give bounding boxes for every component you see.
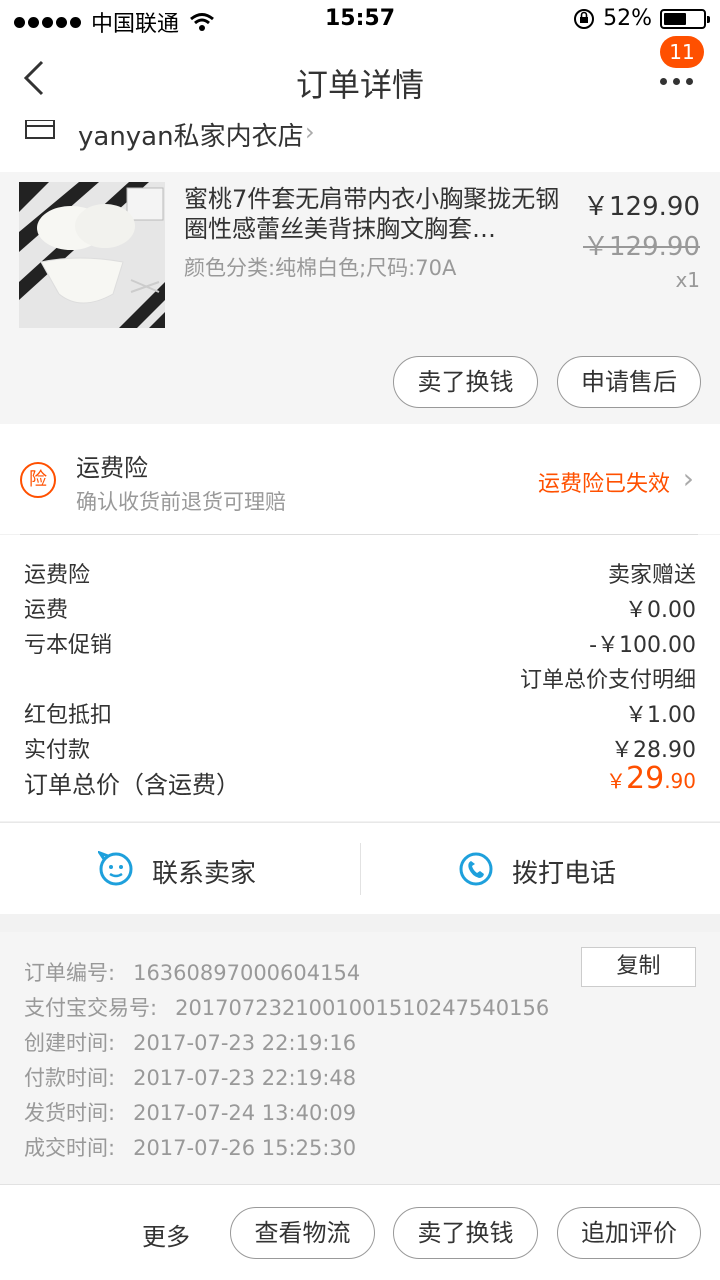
product-sku: 颜色分类:纯棉白色;尺码:70A [184,256,457,280]
info-key: 成交时间: [24,1136,116,1160]
product-image[interactable] [19,182,165,328]
chevron-right-icon: › [682,462,694,495]
fee-row-shipping: 运费 ￥0.00 [24,592,696,624]
payment-detail-link[interactable]: 订单总价支付明细 [24,662,696,694]
rotation-lock-icon [574,8,595,29]
total-integer: 29 [626,761,665,796]
phone-icon [459,852,493,886]
after-sale-button[interactable]: 申请售后 [557,356,701,408]
info-key: 订单编号: [24,961,116,985]
battery-icon [660,8,710,29]
status-bar: 中国联通 15:57 52% [0,0,720,40]
product-photo [19,182,165,328]
fee-label: 运费 [24,598,69,623]
page-title: 订单详情 [295,66,424,104]
nav-bar: 订单详情 11 [0,36,720,120]
info-row-paid: 付款时间: 2017-07-23 22:19:48 [24,1062,356,1092]
product-card[interactable]: 蜜桃7件套无肩带内衣小胸聚拢无钢圈性感蕾丝美背抹胸文胸套… 颜色分类:纯棉白色;… [0,172,720,424]
contact-bar: 联系卖家 拨打电话 [0,822,720,914]
fee-value: ￥1.00 [625,703,696,728]
fee-label: 红包抵扣 [24,703,113,728]
fee-row-red-packet: 红包抵扣 ￥1.00 [24,697,696,729]
more-dots-icon [660,78,693,85]
sell-exchange-button[interactable]: 卖了换钱 [393,356,538,408]
bottom-action-bar: 更多 查看物流 卖了换钱 追加评价 [0,1184,720,1280]
info-key: 发货时间: [24,1101,116,1125]
total-currency: ￥ [606,769,626,793]
fee-label: 亏本促销 [24,633,113,658]
product-price: ￥129.90 [583,192,700,222]
insurance-title: 运费险 [76,454,148,482]
fee-value: -￥100.00 [589,633,696,658]
insurance-status: 运费险已失效 [537,472,670,497]
store-row[interactable]: yanyan私家内衣店 › [0,120,720,172]
payment-detail-label[interactable]: 订单总价支付明细 [520,662,696,694]
contact-seller-button[interactable]: 联系卖家 [0,823,360,915]
fee-row-actual-paid: 实付款 ￥28.90 [24,732,696,764]
total-decimal: .90 [664,769,696,793]
fee-value: ￥28.90 [611,738,696,763]
order-total-row: 订单总价（含运费） ￥29.90 [24,761,696,801]
copy-button[interactable]: 复制 [581,947,696,987]
more-button[interactable] [658,64,702,104]
more-button[interactable]: 更多 [142,1217,190,1252]
battery-percent: 52% [603,6,652,31]
product-name[interactable]: 蜜桃7件套无肩带内衣小胸聚拢无钢圈性感蕾丝美背抹胸文胸套… [184,184,564,244]
freight-insurance-row[interactable]: 险 运费险 确认收货前退货可理赔 运费险已失效 › [0,424,720,534]
insurance-subtitle: 确认收货前退货可理赔 [76,490,286,514]
info-row-completed: 成交时间: 2017-07-26 15:25:30 [24,1132,356,1162]
store-name: yanyan私家内衣店 [78,122,304,152]
fee-label: 运费险 [24,563,91,588]
contact-seller-label: 联系卖家 [152,859,257,889]
chat-icon [98,851,133,886]
order-total-value: ￥29.90 [606,761,696,796]
info-value: 2017072321001001510247540156 [175,996,550,1020]
order-total-label: 订单总价（含运费） [24,771,240,799]
sell-exchange-button[interactable]: 卖了换钱 [393,1207,538,1259]
call-phone-button[interactable]: 拨打电话 [361,823,720,915]
order-info: 复制 订单编号: 16360897000604154 支付宝交易号: 2017072… [0,932,720,1184]
info-row-alipay-trade: 支付宝交易号: 2017072321001001510247540156 [24,992,549,1022]
info-value: 2017-07-26 15:25:30 [133,1136,357,1160]
call-phone-label: 拨打电话 [512,859,617,889]
view-logistics-button[interactable]: 查看物流 [230,1207,375,1259]
fee-value: 卖家赠送 [607,563,696,588]
info-row-created: 创建时间: 2017-07-23 22:19:16 [24,1027,356,1057]
info-row-shipped: 发货时间: 2017-07-24 13:40:09 [24,1097,356,1127]
chevron-right-icon: › [305,120,315,146]
info-key: 付款时间: [24,1066,116,1090]
product-original-price: ￥129.90 [583,232,700,262]
fee-row-freight-insurance: 运费险 卖家赠送 [24,557,696,589]
product-quantity: x1 [675,268,700,292]
info-row-order-number: 订单编号: 16360897000604154 [24,957,360,987]
info-key: 创建时间: [24,1031,116,1055]
fee-row-promotion: 亏本促销 -￥100.00 [24,627,696,659]
notification-badge: 11 [660,36,704,68]
fee-summary: 运费险 卖家赠送 运费 ￥0.00 亏本促销 -￥100.00 订单总价支付明细… [0,535,720,821]
info-value: 16360897000604154 [133,961,361,985]
info-value: 2017-07-23 22:19:48 [133,1066,357,1090]
add-review-button[interactable]: 追加评价 [557,1207,701,1259]
battery-group: 52% [573,6,710,31]
info-key: 支付宝交易号: [24,996,158,1020]
store-icon [25,120,55,139]
fee-label: 实付款 [24,738,91,763]
fee-value: ￥0.00 [625,598,696,623]
info-value: 2017-07-23 22:19:16 [133,1031,357,1055]
insurance-icon: 险 [20,462,56,498]
info-value: 2017-07-24 13:40:09 [133,1101,357,1125]
